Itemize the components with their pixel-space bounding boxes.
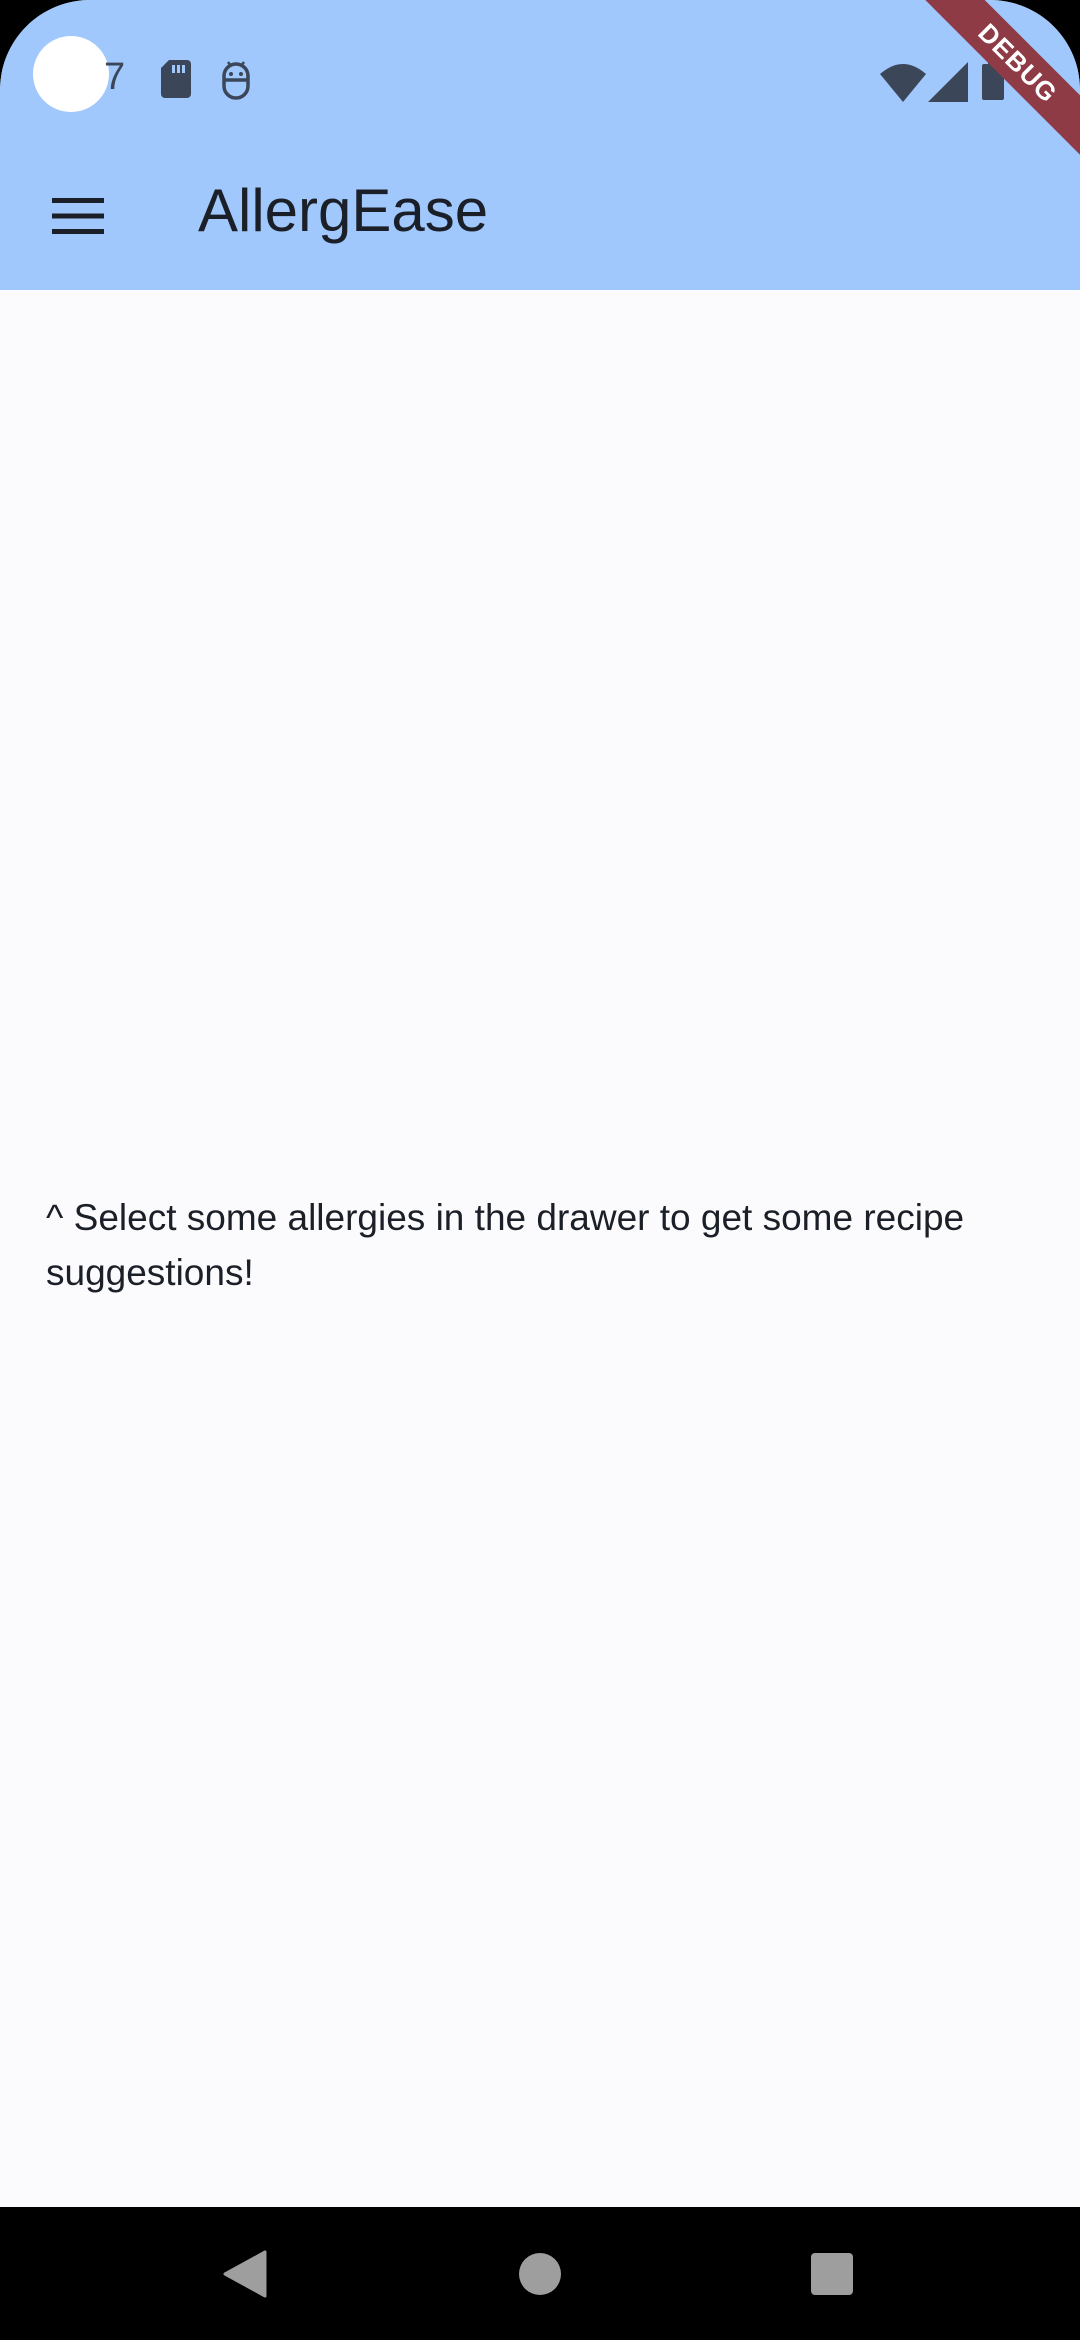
status-bar: 7 (0, 0, 1080, 150)
back-icon (223, 2250, 267, 2298)
main-content: ^ Select some allergies in the drawer to… (0, 290, 1080, 2207)
app-title: AllergEase (198, 177, 489, 244)
wifi-icon (880, 64, 926, 102)
android-debug-icon (222, 61, 250, 100)
home-icon (519, 2253, 561, 2295)
empty-state-hint: ^ Select some allergies in the drawer to… (46, 1197, 965, 1293)
app-bar: AllergEase (0, 150, 1080, 290)
cell-signal-icon (928, 62, 968, 102)
nav-home-button[interactable] (495, 2229, 585, 2319)
sd-card-icon (161, 60, 191, 98)
nav-back-button[interactable] (200, 2229, 290, 2319)
menu-icon (52, 198, 104, 234)
recents-icon (811, 2253, 853, 2295)
menu-button[interactable] (36, 174, 120, 258)
system-nav-bar (0, 2207, 1080, 2340)
nav-recents-button[interactable] (787, 2229, 877, 2319)
camera-cutout (33, 36, 109, 112)
app-screen: 7 DEBUG AllergEase ^ Select some allergi… (0, 0, 1080, 2340)
status-time: 7 (104, 56, 126, 98)
